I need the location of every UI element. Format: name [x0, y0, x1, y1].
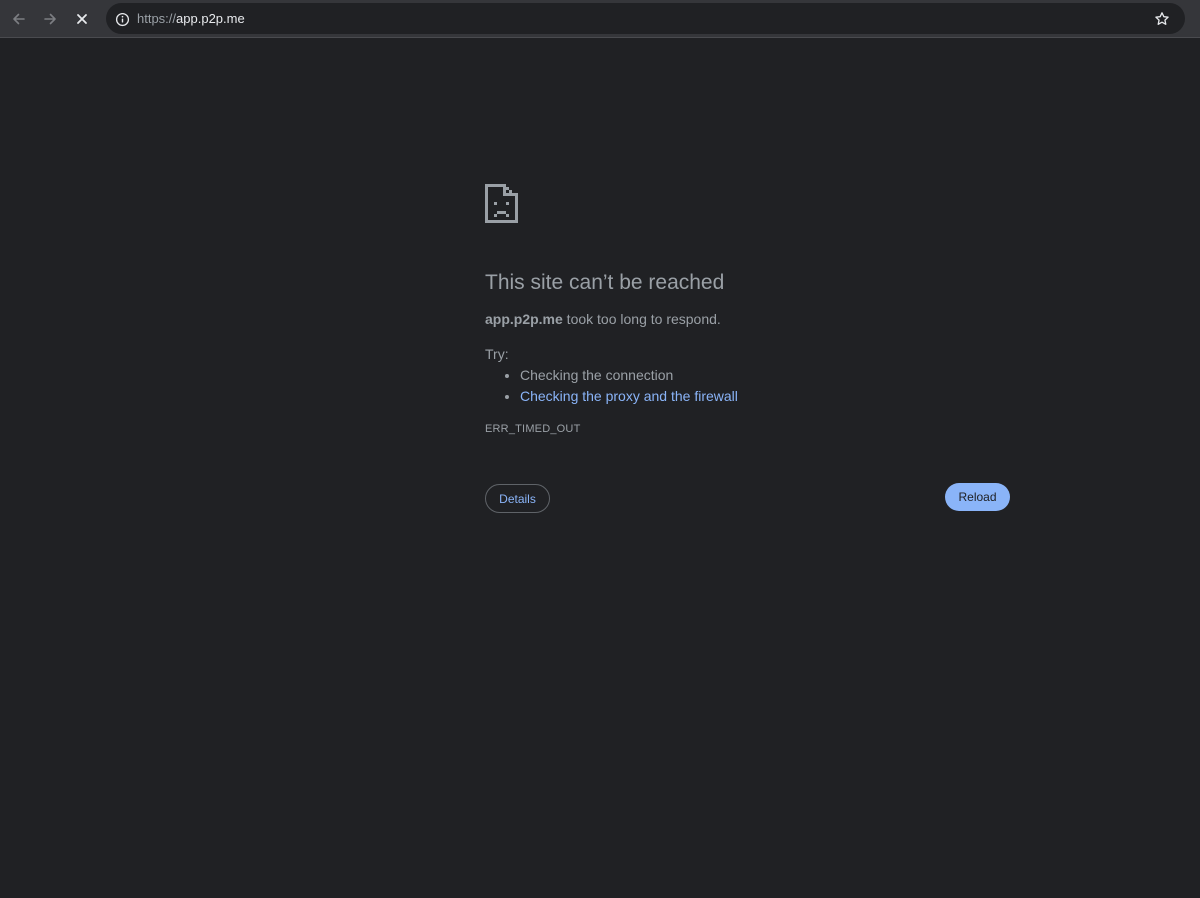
- url-text[interactable]: https://app.p2p.me: [137, 3, 245, 34]
- error-description: app.p2p.me took too long to respond.: [485, 309, 1010, 329]
- arrow-left-icon: [13, 13, 25, 25]
- address-bar[interactable]: https://app.p2p.me: [106, 3, 1185, 34]
- error-description-text: took too long to respond.: [562, 311, 721, 328]
- try-label: Try:: [485, 346, 509, 363]
- close-icon: [77, 14, 87, 24]
- star-icon[interactable]: [1152, 9, 1172, 29]
- reload-button[interactable]: Reload: [945, 483, 1010, 512]
- stop-button[interactable]: [67, 4, 97, 34]
- suggestion-check-proxy-link[interactable]: Checking the proxy and the firewall: [520, 386, 1010, 407]
- info-icon[interactable]: [112, 9, 132, 29]
- error-host: app.p2p.me: [485, 311, 563, 328]
- browser-toolbar: https://app.p2p.me: [0, 0, 1200, 38]
- arrow-right-icon: [44, 13, 56, 25]
- forward-button[interactable]: [35, 4, 65, 34]
- url-host: app.p2p.me: [176, 11, 245, 26]
- button-row: Details Reload: [485, 483, 1010, 514]
- back-button[interactable]: [4, 4, 34, 34]
- error-page: This site can’t be reached app.p2p.me to…: [485, 184, 1010, 514]
- details-button[interactable]: Details: [485, 484, 550, 514]
- error-code: ERR_TIMED_OUT: [485, 423, 581, 436]
- url-scheme: https://: [137, 11, 177, 26]
- error-title: This site can’t be reached: [485, 271, 725, 294]
- suggestion-check-connection: Checking the connection: [520, 365, 1010, 386]
- suggestion-list: Checking the connection Checking the pro…: [485, 365, 1010, 407]
- sad-document-icon: [485, 184, 518, 223]
